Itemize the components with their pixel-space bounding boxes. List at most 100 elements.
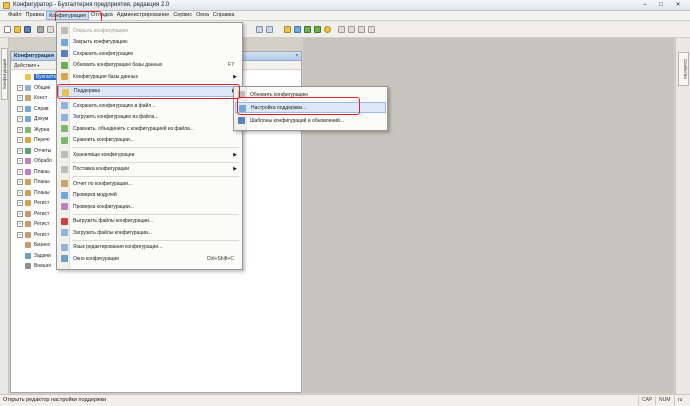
menu-item[interactable]: Сравнить конфигурации... xyxy=(58,135,241,146)
app-icon xyxy=(3,1,10,9)
properties-tab[interactable]: Свойства xyxy=(678,52,689,86)
submenu-arrow-icon: ▶ xyxy=(233,73,237,80)
tree-item-label: Обрабо xyxy=(34,158,52,165)
expand-icon[interactable]: + xyxy=(17,231,23,238)
menu-item-icon xyxy=(61,243,68,251)
menu-item[interactable]: Обновить конфигурацию xyxy=(235,89,386,100)
actions-label[interactable]: Действия xyxy=(14,63,36,69)
language-indicator: ru xyxy=(674,396,682,405)
menu-item[interactable]: Проверка конфигурации... xyxy=(58,201,241,212)
menu-separator xyxy=(72,98,239,99)
replace-icon[interactable] xyxy=(266,26,273,33)
expand-icon[interactable]: + xyxy=(17,84,23,91)
menu-item[interactable]: Конфигурация базы данных ▶ xyxy=(58,71,241,82)
expand-icon[interactable]: + xyxy=(17,137,23,144)
expand-icon[interactable]: + xyxy=(17,147,23,154)
menu-item[interactable]: Сравнить, объединить с конфигурацией из … xyxy=(58,123,241,134)
wizard-icon[interactable] xyxy=(284,26,291,33)
menu-item[interactable]: Хранилище конфигурации ▶ xyxy=(58,149,241,160)
find-icon[interactable] xyxy=(256,26,263,33)
dropdown-arrow-icon[interactable]: ▾ xyxy=(37,63,39,68)
menu-item-icon xyxy=(61,38,68,46)
menu-item[interactable]: Обновить конфигурацию базы данных F7 xyxy=(58,60,241,71)
menu-item[interactable]: Поставка конфигурации ▶ xyxy=(58,164,241,175)
menu-file[interactable]: Файл xyxy=(6,11,24,20)
print-icon[interactable] xyxy=(37,26,44,33)
panel-close-icon[interactable]: × xyxy=(293,52,301,60)
caps-indicator: CAP xyxy=(638,396,652,405)
menu-edit[interactable]: Правка xyxy=(24,11,47,20)
menu-item-label: Окно конфигурации xyxy=(73,255,119,262)
menu-item[interactable]: Сохранить конфигурацию в файл... xyxy=(58,100,241,111)
tree-item-label: Регист xyxy=(34,231,50,238)
menu-item[interactable]: Окно конфигурации Ctrl+Shift+C xyxy=(58,253,241,264)
menu-item-label: Конфигурация базы данных xyxy=(73,73,139,80)
save-icon[interactable] xyxy=(24,26,31,33)
expand-icon[interactable]: + xyxy=(17,179,23,186)
expand-icon[interactable]: + xyxy=(17,221,23,228)
menu-item[interactable]: Настройка поддержки... xyxy=(235,102,386,113)
expand-icon[interactable]: + xyxy=(17,105,23,112)
stop-icon[interactable] xyxy=(338,26,345,33)
menu-shortcut: Ctrl+Shift+C xyxy=(206,255,234,262)
expand-icon[interactable]: + xyxy=(17,168,23,175)
menu-item[interactable]: Выгрузить файлы конфигурации... xyxy=(58,216,241,227)
expand-icon[interactable]: + xyxy=(17,95,23,102)
menu-item-label: Шаблоны конфигураций и обновлений... xyxy=(250,117,344,124)
menu-item[interactable]: Язык редактирования конфигурации... xyxy=(58,242,241,253)
minimize-button[interactable]: – xyxy=(640,2,650,9)
menu-item-icon xyxy=(61,113,68,121)
configuration-tab[interactable]: Конфигурация xyxy=(1,48,8,100)
new-icon[interactable] xyxy=(4,26,11,33)
menu-item-label: Проверка конфигурации... xyxy=(73,203,134,210)
close-button[interactable]: ✕ xyxy=(672,2,684,9)
maximize-button[interactable]: □ xyxy=(656,2,666,9)
expand-icon[interactable]: + xyxy=(17,158,23,165)
expand-icon[interactable]: + xyxy=(17,116,23,123)
menu-item[interactable]: Открыть конфигурацию xyxy=(58,25,241,36)
debug-icon[interactable] xyxy=(314,26,321,33)
menu-item-label: Загрузить файлы конфигурации... xyxy=(73,229,152,236)
menu-item[interactable]: Загрузить конфигурацию из файла... xyxy=(58,112,241,123)
help-icon[interactable] xyxy=(324,26,331,33)
menu-item-label: Сравнить конфигурации... xyxy=(73,137,134,143)
run-icon[interactable] xyxy=(304,26,311,33)
menu-separator xyxy=(72,239,239,241)
expand-icon[interactable]: + xyxy=(17,200,23,207)
menu-item-icon xyxy=(61,180,68,187)
menu-item[interactable]: Закрыть конфигурацию xyxy=(58,37,241,48)
submenu-arrow-icon: ▶ xyxy=(233,166,237,172)
menu-windows[interactable]: Окна xyxy=(194,11,211,20)
expand-icon[interactable]: + xyxy=(17,189,23,196)
menu-item[interactable]: Сохранить конфигурацию xyxy=(58,48,241,59)
menu-item[interactable]: Проверка модулей xyxy=(58,190,241,201)
menu-help[interactable]: Справка xyxy=(211,11,237,20)
cut-icon[interactable] xyxy=(47,26,54,33)
tree-node-icon xyxy=(25,74,31,81)
menu-item-label: Язык редактирования конфигурации... xyxy=(73,244,163,250)
menu-separator xyxy=(72,213,239,215)
menu-administration[interactable]: Администрирование xyxy=(115,11,171,20)
breakpoint-icon[interactable] xyxy=(348,26,355,33)
tree-node-icon xyxy=(25,200,31,207)
step-icon[interactable] xyxy=(358,26,365,33)
menu-item[interactable]: Отчет по конфигурации... xyxy=(58,178,241,189)
expand-icon[interactable]: + xyxy=(17,210,23,217)
step-over-icon[interactable] xyxy=(368,26,375,33)
menu-item-label: Обновить конфигурацию xyxy=(250,91,308,98)
menu-configuration[interactable]: Конфигурация xyxy=(46,11,90,20)
update-icon[interactable] xyxy=(294,26,301,33)
menu-item-icon xyxy=(61,136,68,144)
menu-separator xyxy=(72,147,239,148)
menu-item[interactable]: Загрузить файлы конфигурации... xyxy=(58,227,241,238)
menu-debug[interactable]: Отладка xyxy=(89,11,115,20)
menu-item[interactable]: Поддержка▶ xyxy=(58,85,241,97)
tree-node-icon xyxy=(25,147,31,154)
expand-icon[interactable]: + xyxy=(17,126,23,133)
menu-item-label: Загрузить конфигурацию из файла... xyxy=(73,114,159,120)
menu-service[interactable]: Сервис xyxy=(171,11,194,20)
open-icon[interactable] xyxy=(14,26,21,33)
menu-item-icon xyxy=(61,229,68,236)
menu-item[interactable]: Шаблоны конфигураций и обновлений... xyxy=(235,115,386,126)
menu-item-label: Открыть конфигурацию xyxy=(73,27,128,34)
